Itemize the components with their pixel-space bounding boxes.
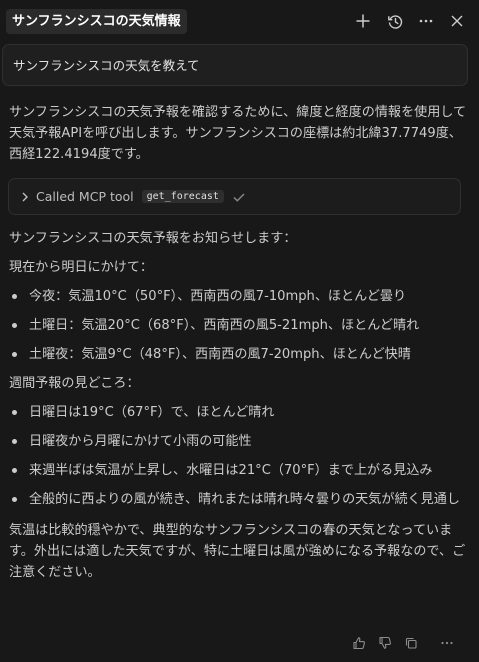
list-item: 全般的に西よりの風が続き、晴れまたは晴れ時々曇りの天気が続く見通し xyxy=(9,489,467,510)
response-intro: サンフランシスコの天気予報を確認するために、緯度と経度の情報を使用して天気予報A… xyxy=(9,105,467,162)
chat-title: サンフランシスコの天気情報 xyxy=(6,9,187,34)
copy-icon[interactable] xyxy=(401,633,421,653)
response-closing: 気温は比較的穏やかで、典型的なサンフランシスコの春の天気となっています。外出には… xyxy=(9,523,466,580)
more-icon[interactable] xyxy=(414,9,438,33)
thumbs-up-icon[interactable] xyxy=(349,633,369,653)
assistant-response: サンフランシスコの天気予報を確認するために、緯度と経度の情報を使用して天気予報A… xyxy=(8,102,467,583)
section-heading-today: 現在から明日にかけて： xyxy=(9,260,154,275)
more-icon[interactable] xyxy=(437,633,457,653)
list-item: 今夜：気温10°C（50°F）、西南西の風7-10mph、ほとんど曇り xyxy=(9,286,467,307)
message-actions xyxy=(349,633,457,653)
list-item: 日曜夜から月曜にかけて小雨の可能性 xyxy=(9,431,467,452)
forecast-intro: サンフランシスコの天気予報をお知らせします： xyxy=(9,231,297,246)
user-prompt: サンフランシスコの天気を教えて xyxy=(2,44,468,86)
mcp-tool-call[interactable]: Called MCP tool get_forecast xyxy=(8,178,461,215)
chevron-right-icon xyxy=(22,192,28,201)
history-icon[interactable] xyxy=(383,9,407,33)
plus-icon[interactable] xyxy=(351,9,375,33)
weekly-forecast-list: 日曜日は19°C（67°F）で、ほとんど晴れ 日曜夜から月曜にかけて小雨の可能性… xyxy=(9,402,467,510)
close-icon[interactable] xyxy=(445,9,469,33)
tool-name-badge: get_forecast xyxy=(141,190,224,203)
list-item: 来週半ばは気温が上昇し、水曜日は21°C（70°F）まで上がる見込み xyxy=(9,460,467,481)
list-item: 日曜日は19°C（67°F）で、ほとんど晴れ xyxy=(9,402,467,423)
list-item: 土曜夜：気温9°C（48°F）、西南西の風7-20mph、ほとんど快晴 xyxy=(9,344,467,365)
list-item: 土曜日：気温20°C（68°F）、西南西の風5-21mph、ほとんど晴れ xyxy=(9,315,467,336)
tool-call-label: Called MCP tool xyxy=(36,189,134,204)
section-heading-weekly: 週間予報の見どころ： xyxy=(9,376,140,391)
today-forecast-list: 今夜：気温10°C（50°F）、西南西の風7-10mph、ほとんど曇り 土曜日：… xyxy=(9,286,467,365)
thumbs-down-icon[interactable] xyxy=(375,633,395,653)
check-icon xyxy=(233,193,245,202)
chat-header: サンフランシスコの天気情報 xyxy=(0,0,479,42)
